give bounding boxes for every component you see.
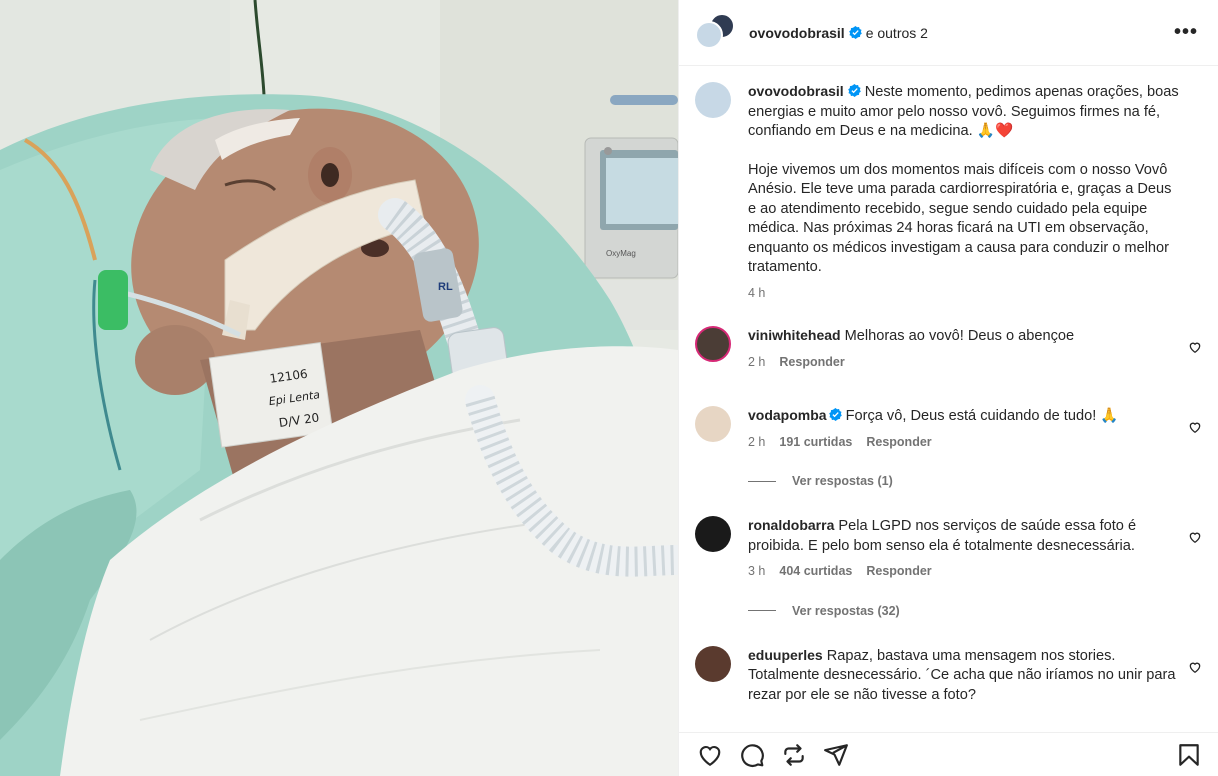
avatar[interactable] (695, 645, 731, 682)
likes-count[interactable]: 191 curtidas (779, 433, 852, 453)
post-photo: OxyMag RL 12106 Epi Lenta D/V 20 (0, 0, 678, 776)
replies-divider (748, 610, 776, 611)
comment-time[interactable]: 2 h (748, 353, 765, 373)
comment-username[interactable]: vodapomba (748, 407, 827, 423)
comment: vodapomba Força vô, Deus está cuidando de… (695, 406, 1202, 452)
collab-avatars[interactable] (695, 12, 737, 53)
caption-username[interactable]: ovovodobrasil (748, 83, 844, 99)
comment: eduuperles Rapaz, bastava uma mensagem no… (695, 645, 1202, 706)
reply-button[interactable]: Responder (779, 353, 844, 373)
likes-count[interactable]: 404 curtidas (779, 562, 852, 582)
hospital-photo: OxyMag RL 12106 Epi Lenta D/V 20 (0, 0, 678, 776)
heart-icon[interactable] (1188, 530, 1202, 544)
tube-tag: RL (438, 281, 453, 293)
avatar[interactable] (695, 82, 731, 118)
post-header: ovovodobrasil e outros 2 ••• (679, 0, 1218, 66)
reply-button[interactable]: Responder (866, 433, 931, 453)
comment-text: Melhoras ao vovô! Deus o abençoe (844, 328, 1075, 344)
caption-time[interactable]: 4 h (748, 284, 765, 304)
comment: viniwhitehead Melhoras ao vovô! Deus o ab… (695, 326, 1202, 372)
comment-icon[interactable] (739, 742, 765, 768)
bookmark-icon[interactable] (1176, 742, 1202, 768)
avatar[interactable] (695, 516, 731, 552)
replies-divider (748, 480, 776, 482)
more-options-button[interactable]: ••• (1170, 21, 1202, 44)
post-side-panel: ovovodobrasil e outros 2 ••• ovovodobras… (678, 0, 1218, 776)
caption-paragraph-2: Hoje vivemos um dos momentos mais difíce… (748, 161, 1172, 276)
caption: ovovodobrasil Neste momento, pedimos apen… (695, 82, 1202, 303)
avatar[interactable] (695, 406, 731, 442)
neck-label: 12106 Epi Lenta D/V 20 (208, 341, 334, 448)
post-actions-bar (679, 732, 1218, 776)
collab-text[interactable]: e outros 2 (866, 25, 928, 41)
view-replies-label: Ver respostas (1) (792, 474, 893, 488)
share-icon[interactable] (781, 742, 807, 768)
heart-icon[interactable] (697, 742, 723, 768)
comment-username[interactable]: eduuperles (748, 647, 823, 663)
view-replies-button[interactable]: Ver respostas (1) (748, 474, 1202, 488)
send-icon[interactable] (823, 742, 849, 768)
verified-badge-icon (828, 408, 842, 421)
comment-time[interactable]: 3 h (748, 562, 765, 582)
comment-time[interactable]: 2 h (748, 433, 765, 453)
comment-username[interactable]: ronaldobarra (748, 517, 834, 533)
avatar[interactable] (695, 326, 731, 362)
verified-badge-icon (847, 84, 861, 97)
heart-icon[interactable] (1188, 420, 1202, 434)
author-username[interactable]: ovovodobrasil (749, 25, 845, 41)
heart-icon[interactable] (1188, 660, 1202, 674)
view-replies-button[interactable]: Ver respostas (32) (748, 604, 1202, 618)
avatar (695, 20, 723, 49)
comment-username[interactable]: viniwhitehead (748, 327, 841, 343)
heart-icon[interactable] (1188, 340, 1202, 354)
verified-badge-icon (848, 26, 862, 39)
post-modal: OxyMag RL 12106 Epi Lenta D/V 20 ovovodo… (0, 0, 1218, 776)
view-replies-label: Ver respostas (32) (792, 603, 900, 618)
medical-monitor: OxyMag (584, 137, 678, 279)
comment-text: Força vô, Deus está cuidando de tudo! 🙏 (845, 408, 1119, 424)
comments-list[interactable]: ovovodobrasil Neste momento, pedimos apen… (679, 66, 1218, 732)
reply-button[interactable]: Responder (866, 562, 931, 582)
comment: ronaldobarra Pela LGPD nos serviços de sa… (695, 516, 1202, 582)
monitor-brand: OxyMag (606, 249, 636, 258)
